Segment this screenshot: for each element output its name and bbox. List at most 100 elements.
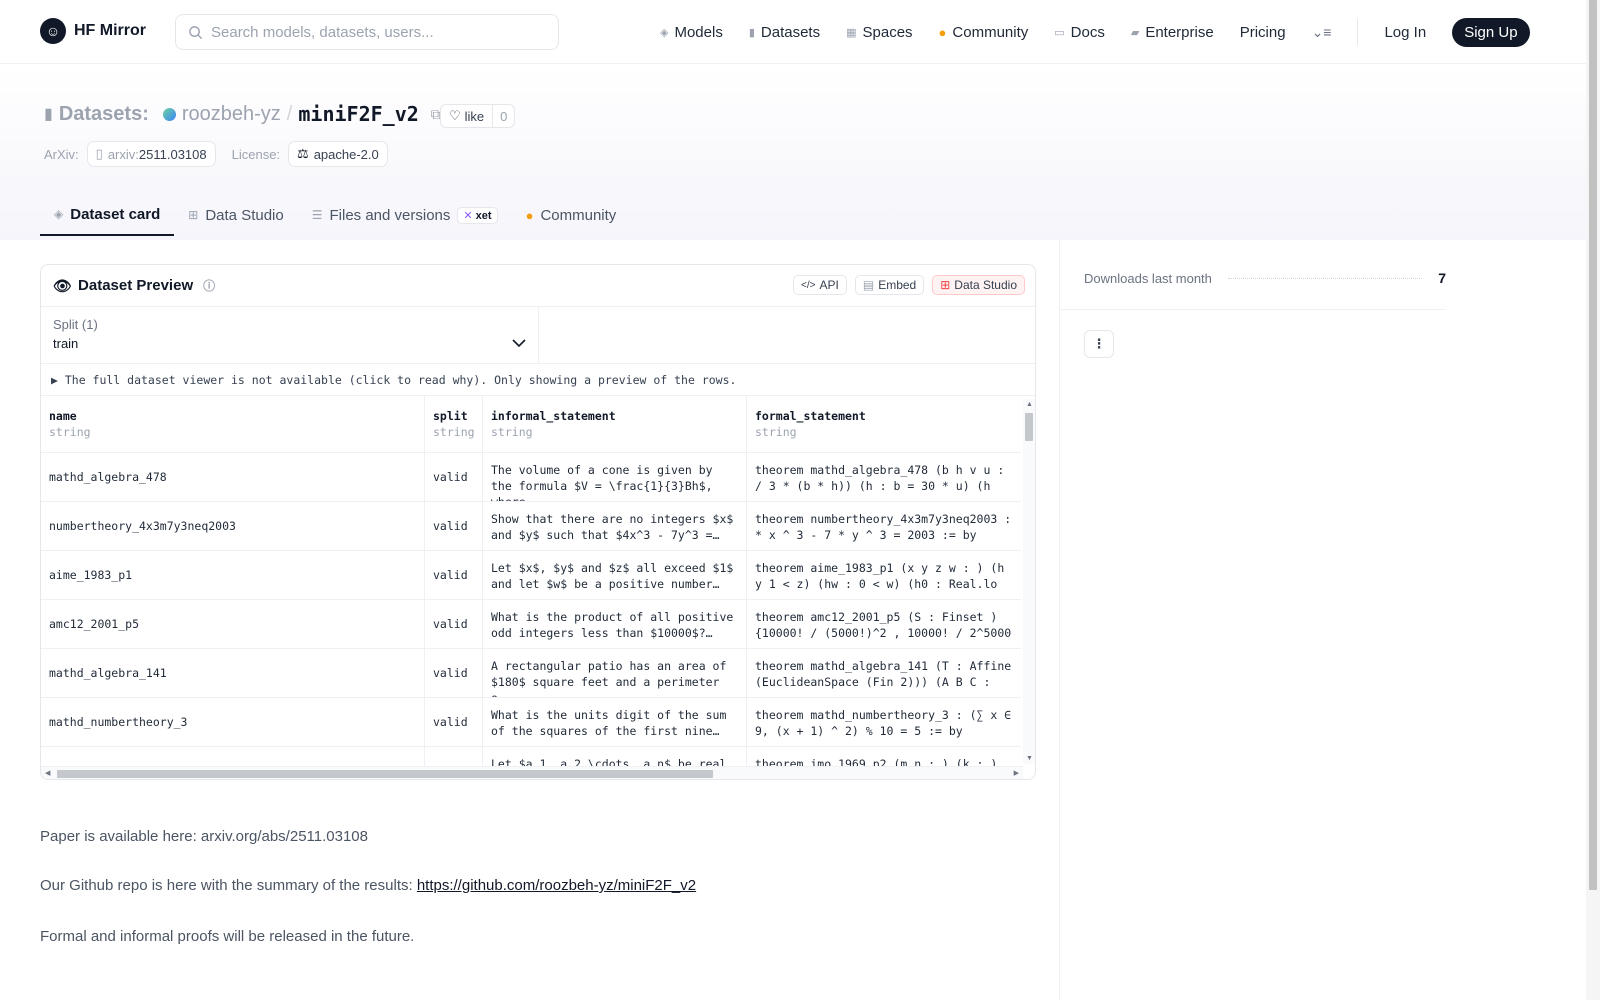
logo-text: HF Mirror (74, 22, 146, 39)
proofs-paragraph: Formal and informal proofs will be relea… (40, 928, 415, 945)
book-icon: ▭ (1054, 26, 1065, 39)
github-paragraph-text: Our Github repo is here with the summary… (40, 877, 417, 894)
column-header-formal-statement[interactable]: formal_statement string (747, 396, 1021, 452)
github-paragraph: Our Github repo is here with the summary… (40, 877, 696, 894)
scroll-left-arrow[interactable]: ◀ (45, 769, 50, 777)
table-vertical-scrollbar[interactable]: ▲ ▼ (1023, 399, 1035, 764)
nav-pricing[interactable]: Pricing (1240, 24, 1286, 41)
login-link[interactable]: Log In (1384, 24, 1426, 41)
table-icon: ⊞ (940, 278, 951, 292)
scroll-up-arrow[interactable]: ▲ (1026, 401, 1033, 408)
column-name: informal_statement (491, 409, 616, 423)
table-row[interactable]: amc12_2001_p5 valid What is the product … (41, 600, 1021, 649)
logo[interactable]: ☺ HF Mirror (40, 18, 146, 44)
info-icon[interactable]: ⓘ (203, 277, 215, 294)
like-label: like (464, 108, 485, 124)
table-icon: ⊞ (188, 208, 199, 222)
nav-models-label: Models (674, 23, 723, 41)
search-icon (189, 25, 203, 39)
license-label: License: (231, 146, 281, 162)
page-scrollbar[interactable] (1586, 0, 1600, 1000)
heart-icon: ♡ (449, 108, 461, 123)
sidebar-divider (1059, 240, 1060, 1000)
cell-split: valid (425, 453, 483, 501)
cell-name: amc12_2001_p5 (41, 600, 425, 648)
repo-tabs: ◈ Dataset card ⊞ Data Studio ☰ Files and ve… (40, 194, 630, 236)
license-tag[interactable]: ⚖ apache-2.0 (288, 141, 388, 167)
xet-badge: ✕ xet (457, 206, 498, 224)
scroll-right-arrow[interactable]: ▶ (1014, 769, 1019, 777)
repo-name[interactable]: miniF2F_v2 (298, 102, 418, 126)
tab-community[interactable]: ● Community (512, 194, 631, 236)
nav-spaces[interactable]: ▦ Spaces (846, 24, 912, 41)
split-value: train (53, 336, 79, 351)
table-row[interactable]: aime_1983_p1 valid Let $x$, $y$ and $z$ … (41, 551, 1021, 600)
data-studio-button[interactable]: ⊞ Data Studio (932, 275, 1025, 295)
scrollbar-thumb[interactable] (1025, 413, 1033, 441)
split-row: Split (1) train (41, 307, 1035, 364)
arxiv-tag[interactable]: ▯ arxiv: 2511.03108 (86, 141, 216, 167)
more-options-button[interactable]: ⋮ (1084, 330, 1114, 358)
breadcrumb-separator: / (286, 102, 293, 125)
preview-header: 👁 Dataset Preview ⓘ </> API ▤ Embed ⊞ Data … (41, 265, 1035, 307)
search-box[interactable] (175, 14, 559, 50)
split-select[interactable]: Split (1) train (41, 307, 539, 364)
chat-icon: ● (525, 207, 534, 223)
cell-split: valid (425, 502, 483, 550)
table-row[interactable]: mathd_algebra_478 valid The volume of a … (41, 453, 1021, 502)
column-header-split[interactable]: split string (425, 396, 483, 452)
cell-name: aime_1983_p1 (41, 551, 425, 599)
scroll-down-arrow[interactable]: ▼ (1026, 755, 1033, 762)
github-link[interactable]: https://github.com/roozbeh-yz/miniF2F_v2 (417, 877, 696, 894)
nav-spaces-label: Spaces (862, 23, 913, 41)
dataset-preview: 👁 Dataset Preview ⓘ </> API ▤ Embed ⊞ Data … (40, 264, 1036, 780)
more-menu-button[interactable]: ⌄≡ (1312, 24, 1332, 41)
cell-informal: A rectangular patio has an area of $180$… (483, 649, 747, 697)
table-row[interactable]: mathd_numbertheory_3 valid What is the u… (41, 698, 1021, 747)
table-row[interactable]: mathd_algebra_141 valid A rectangular pa… (41, 649, 1021, 698)
api-button[interactable]: </> API (793, 275, 847, 295)
cell-name: mathd_algebra_141 (41, 649, 425, 697)
license-value: apache-2.0 (313, 146, 379, 162)
cell-informal: What is the product of all positive odd … (483, 600, 747, 648)
page-scrollbar-thumb[interactable] (1589, 0, 1597, 890)
like-toggle[interactable]: ♡ like (441, 105, 494, 127)
column-name: split (433, 409, 468, 423)
cell-informal: The volume of a cone is given by the for… (483, 453, 747, 501)
nav-enterprise-label: Enterprise (1145, 23, 1214, 41)
repo-owner-link[interactable]: roozbeh-yz (182, 103, 281, 126)
embed-icon: ▤ (862, 278, 875, 292)
cell-formal: theorem aime_1983_p1 (x y z w : ) (h y 1… (755, 561, 1005, 591)
table-row[interactable]: numbertheory_4x3m7y3neq2003 valid Show t… (41, 502, 1021, 551)
column-header-informal-statement[interactable]: informal_statement string (483, 396, 747, 452)
signup-button[interactable]: Sign Up (1452, 17, 1530, 47)
downloads-stat: Downloads last month 7 (1084, 270, 1446, 286)
nav-models[interactable]: ◈ Models (660, 24, 723, 41)
tab-files-and-versions[interactable]: ☰ Files and versions ✕ xet (298, 194, 512, 236)
column-type: string (49, 425, 91, 439)
scrollbar-thumb[interactable] (57, 770, 713, 778)
nav-community[interactable]: ● Community (939, 24, 1029, 41)
viewer-notice[interactable]: ▶ The full dataset viewer is not availab… (41, 364, 1035, 396)
tab-data-studio[interactable]: ⊞ Data Studio (174, 194, 297, 236)
preview-title: 👁 Dataset Preview ⓘ (53, 277, 215, 295)
table-row[interactable]: Let $a_1, a_2,\cdots, a_n$ be real theor… (41, 747, 1021, 766)
cell-formal: theorem imo_1969_p2 (m n : ) (k : ) (755, 757, 998, 766)
table-horizontal-scrollbar[interactable]: ◀ ▶ (41, 766, 1023, 779)
tab-community-label: Community (540, 206, 617, 224)
search-input[interactable] (211, 23, 541, 41)
cell-name: mathd_numbertheory_3 (41, 698, 425, 746)
cell-informal: Let $x$, $y$ and $z$ all exceed $1$ and … (483, 551, 747, 599)
nav-docs[interactable]: ▭ Docs (1054, 24, 1105, 41)
nav-enterprise[interactable]: ▰ Enterprise (1131, 24, 1214, 41)
column-name: name (49, 409, 77, 423)
tab-dataset-card[interactable]: ◈ Dataset card (40, 194, 175, 236)
embed-button[interactable]: ▤ Embed (854, 275, 925, 295)
cell-informal: Show that there are no integers $x$ and … (483, 502, 747, 550)
like-button[interactable]: ♡ like 0 (440, 104, 516, 128)
column-header-name[interactable]: name string (41, 396, 425, 452)
repo-type-label[interactable]: Datasets: (59, 103, 149, 126)
cell-split: valid (425, 600, 483, 648)
nav-datasets-label: Datasets (760, 23, 821, 41)
nav-datasets[interactable]: ▮ Datasets (749, 24, 820, 41)
